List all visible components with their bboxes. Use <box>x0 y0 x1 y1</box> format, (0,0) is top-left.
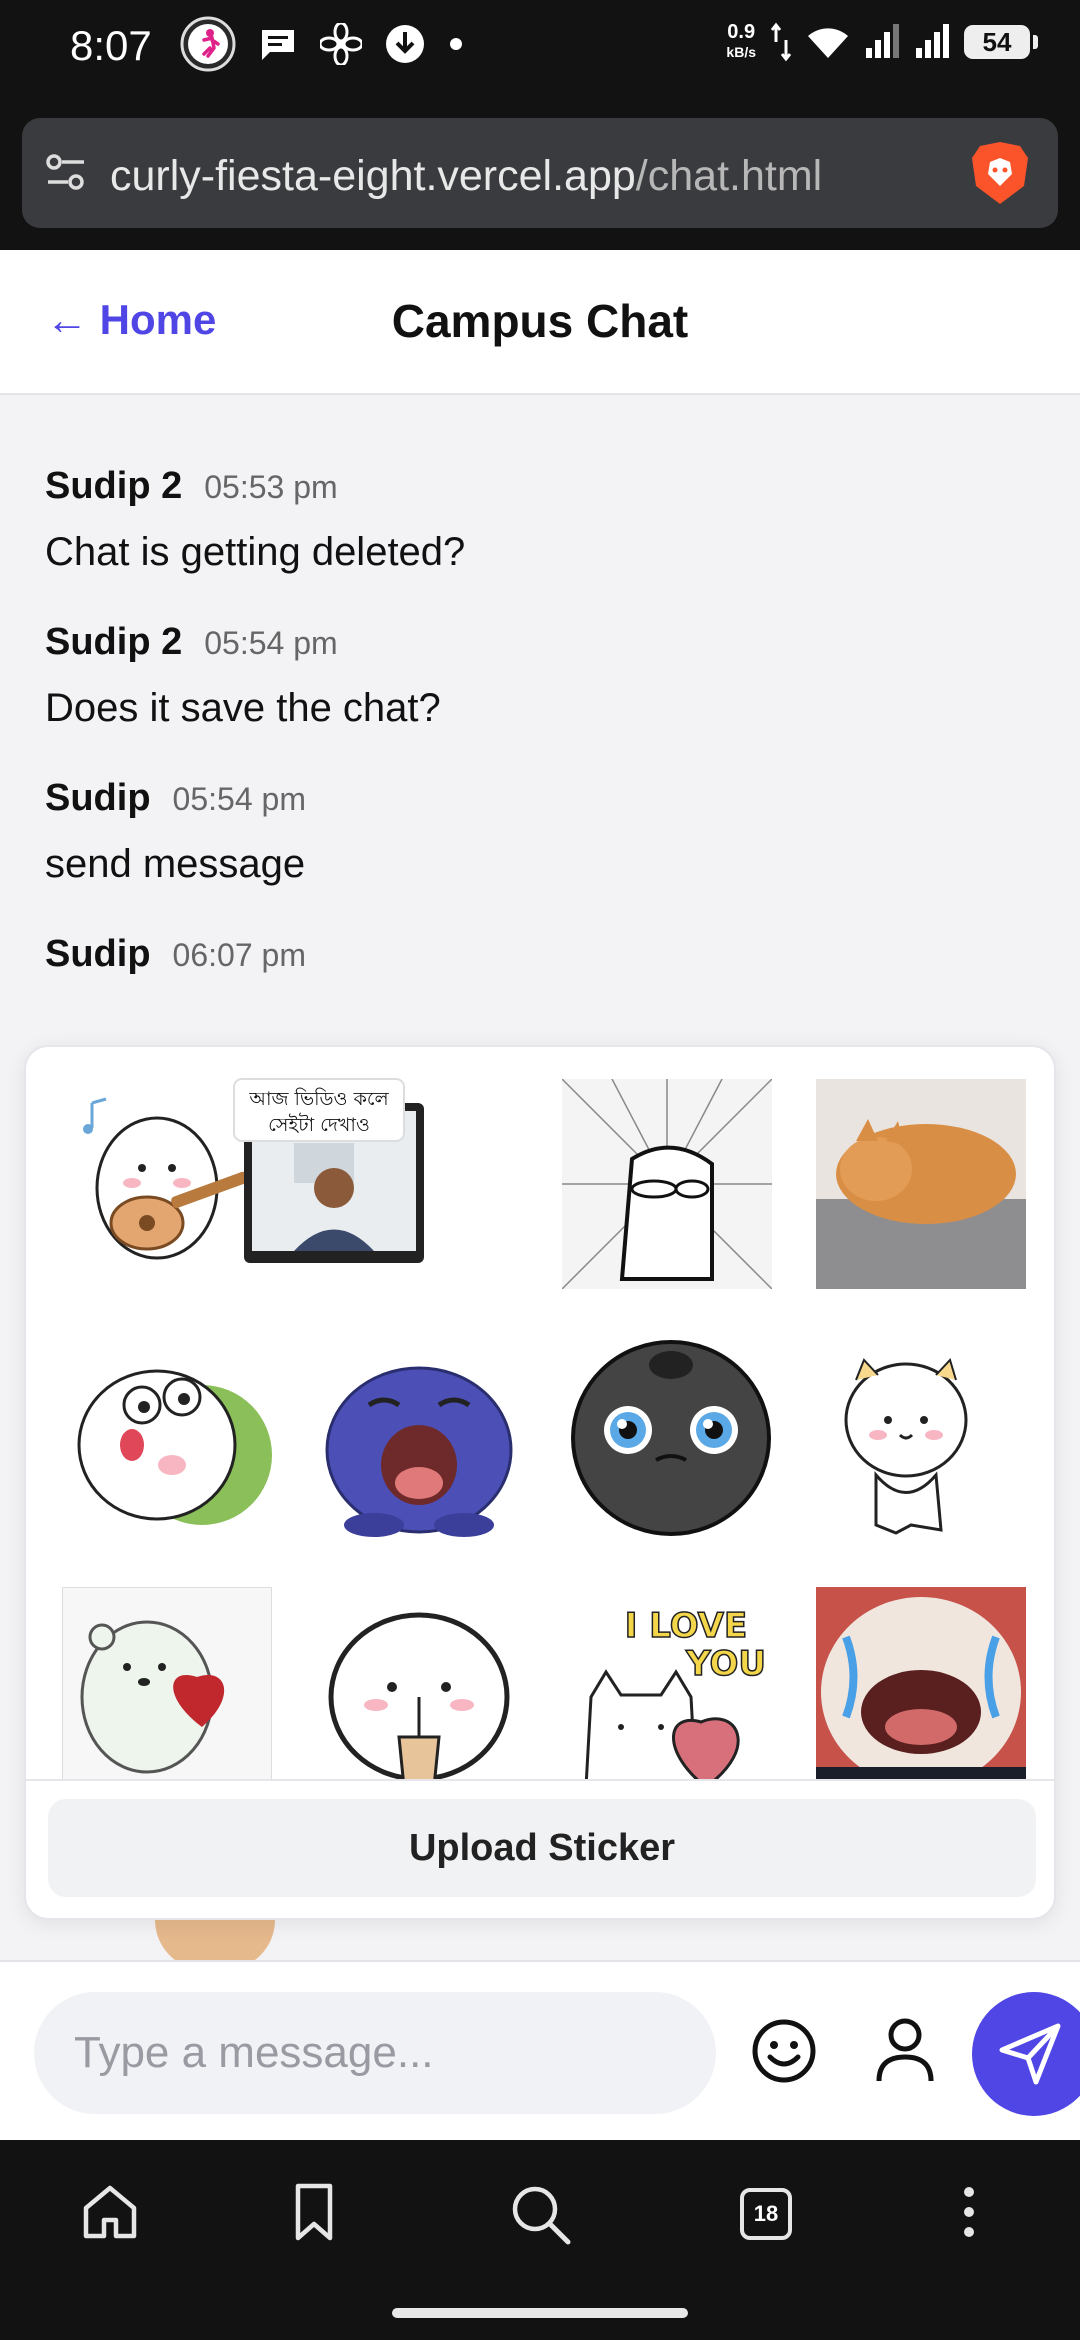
tab-switcher-button[interactable]: 18 <box>740 2188 792 2240</box>
message-time: 05:54 pm <box>172 781 306 817</box>
message-user: Sudip 2 <box>45 465 183 507</box>
message-item: Sudip 2 05:53 pm Chat is getting deleted… <box>45 465 1035 575</box>
message-item: Sudip 2 05:54 pm Does it save the chat? <box>45 621 1035 731</box>
message-item: Sudip 06:07 pm <box>45 933 1035 976</box>
upload-sticker-button[interactable]: Upload Sticker <box>48 1799 1036 1897</box>
message-time: 06:07 pm <box>172 937 306 973</box>
sticker-crying-cat-photo[interactable] <box>816 1587 1026 1779</box>
gesture-bar[interactable] <box>392 2308 688 2318</box>
message-text: Chat is getting deleted? <box>45 530 466 574</box>
send-button[interactable] <box>972 1992 1080 2116</box>
sticker-bunny-surprised[interactable] <box>62 1335 272 1545</box>
message-meta: Sudip 2 05:53 pm <box>45 465 1035 508</box>
net-speed: 0.9 kB/s <box>726 22 756 62</box>
message-list: Sudip 2 05:53 pm Chat is getting deleted… <box>45 465 1035 1022</box>
message-meta: Sudip 2 05:54 pm <box>45 621 1035 664</box>
divider <box>26 1779 1054 1781</box>
emoji-icon[interactable] <box>750 2017 818 2085</box>
status-time: 8:07 <box>70 22 152 69</box>
net-speed-unit: kB/s <box>726 44 756 60</box>
message-text: Does it save the chat? <box>45 686 441 730</box>
dot-icon <box>450 38 462 50</box>
status-right: 0.9 kB/s 54 <box>726 22 1038 62</box>
sticker-text-you: YOU <box>685 1644 766 1684</box>
message-item: Sudip 05:54 pm send message <box>45 777 1035 887</box>
sticker-caption-line2: সেইটা দেখাও <box>268 1113 370 1136</box>
browser-bottom-nav: 18 <box>0 2140 1080 2340</box>
fan-icon <box>320 23 362 65</box>
user-icon[interactable] <box>875 2017 935 2085</box>
message-time: 05:53 pm <box>204 469 338 505</box>
url-domain: curly-fiesta-eight.vercel.app <box>110 152 636 200</box>
chat-page: ← Home Campus Chat Sudip 2 05:53 pm Chat… <box>0 250 1080 2140</box>
search-icon[interactable] <box>508 2182 572 2246</box>
sticker-video-call[interactable]: আজ ভিডিও কলে সেইটা দেখাও <box>224 1073 434 1283</box>
brave-shields-icon[interactable] <box>970 140 1030 206</box>
status-bar: 8:07 0.9 kB/s 54 <box>0 0 1080 100</box>
message-icon <box>262 30 294 60</box>
sticker-cat-love-you[interactable]: I LOVE YOU <box>566 1587 776 1779</box>
net-speed-value: 0.9 <box>727 21 756 43</box>
message-input[interactable] <box>34 1992 716 2114</box>
sticker-white-blob-dancing[interactable] <box>816 1335 1026 1545</box>
sticker-blob-bubble-tea[interactable] <box>314 1587 524 1779</box>
address-bar[interactable]: curly-fiesta-eight.vercel.app/chat.html <box>22 118 1058 228</box>
url-text[interactable]: curly-fiesta-eight.vercel.app/chat.html <box>110 152 822 201</box>
page-title: Campus Chat <box>391 295 689 347</box>
sticker-text-i-love: I LOVE <box>625 1606 747 1646</box>
notification-icons <box>180 16 464 72</box>
sticker-caption-line1: আজ ভিডিও কলে <box>248 1088 389 1110</box>
sticker-gray-cute-blob[interactable] <box>566 1330 776 1540</box>
chat-header: ← Home Campus Chat <box>0 250 1080 395</box>
message-user: Sudip 2 <box>45 621 183 663</box>
message-composer <box>0 1960 1080 2140</box>
sticker-grid: আজ ভিডিও কলে সেইটা দেখাও I LOVE YOU <box>26 1047 1054 1779</box>
sticker-picker: আজ ভিডিও কলে সেইটা দেখাও I LOVE YOU Uplo… <box>24 1045 1056 1920</box>
sticker-math-meme[interactable] <box>562 1079 772 1289</box>
more-menu-icon[interactable] <box>956 2182 982 2242</box>
message-meta: Sudip 06:07 pm <box>45 933 1035 976</box>
bookmark-icon[interactable] <box>290 2182 338 2242</box>
site-settings-icon[interactable] <box>44 150 88 194</box>
download-icon <box>386 25 424 63</box>
message-user: Sudip <box>45 933 151 975</box>
battery-indicator: 54 <box>964 25 1038 59</box>
fitness-app-icon <box>180 16 236 72</box>
data-arrows-icon <box>770 22 792 62</box>
message-time: 05:54 pm <box>204 625 338 661</box>
sticker-blue-crying-blob[interactable] <box>314 1335 524 1545</box>
signal-1-icon <box>866 24 899 58</box>
wifi-icon <box>808 28 848 58</box>
signal-2-icon <box>916 24 949 58</box>
send-icon <box>999 2023 1061 2085</box>
message-user: Sudip <box>45 777 151 819</box>
sticker-bear-heart[interactable] <box>62 1587 272 1779</box>
message-meta: Sudip 05:54 pm <box>45 777 1035 820</box>
sticker-sleepy-cat-photo[interactable] <box>816 1079 1026 1289</box>
browser-toolbar: curly-fiesta-eight.vercel.app/chat.html <box>0 100 1080 250</box>
home-icon[interactable] <box>80 2182 140 2242</box>
message-text: send message <box>45 842 306 886</box>
url-path: /chat.html <box>635 152 823 200</box>
